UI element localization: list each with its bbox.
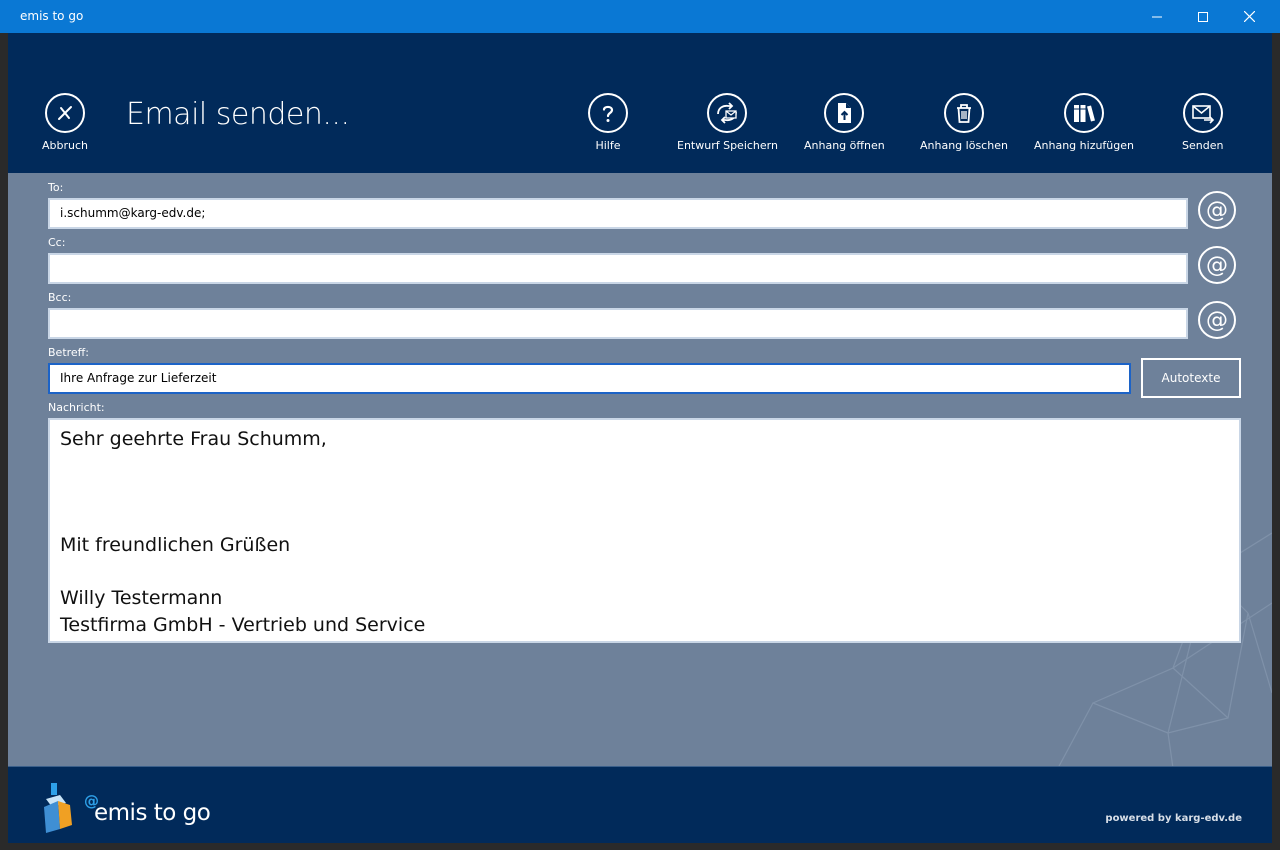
help-button[interactable]: Hilfe <box>588 93 628 152</box>
message-line: Sehr geehrte Frau Schumm, <box>60 428 327 450</box>
page-title: Email senden... <box>126 97 350 132</box>
open-attachment-icon <box>824 93 865 133</box>
delete-attachment-label: Anhang löschen <box>920 139 1008 152</box>
cc-input[interactable] <box>48 253 1188 284</box>
at-icon: @ <box>1206 252 1228 278</box>
save-draft-icon <box>707 93 748 133</box>
cc-address-book-button[interactable]: @ <box>1198 246 1236 284</box>
to-address-book-button[interactable]: @ <box>1198 191 1236 229</box>
toolbar: Abbruch Email senden... Hilfe Entwurf Sp… <box>8 33 1272 173</box>
footer: @ emis to go powered by karg-edv.de <box>8 766 1272 843</box>
logo-icon <box>44 783 72 833</box>
help-label: Hilfe <box>595 139 621 152</box>
subject-input[interactable]: Ihre Anfrage zur Lieferzeit <box>48 363 1131 394</box>
help-icon <box>588 93 628 133</box>
delete-attachment-button[interactable]: Anhang löschen <box>920 93 1008 152</box>
bcc-input[interactable] <box>48 308 1188 339</box>
cancel-label: Abbruch <box>42 139 89 152</box>
add-attachment-label: Anhang hizufügen <box>1034 139 1134 152</box>
message-line: Willy Testermann <box>60 587 223 609</box>
bcc-label: Bcc: <box>48 291 72 304</box>
autotext-button[interactable]: Autotexte <box>1141 358 1241 398</box>
message-label: Nachricht: <box>48 401 105 414</box>
cc-label: Cc: <box>48 236 66 249</box>
at-icon: @ <box>1206 307 1228 333</box>
logo-text: emis to go <box>94 800 211 826</box>
email-form: To: i.schumm@karg-edv.de; @ Cc: @ Bcc: @… <box>8 173 1272 766</box>
message-textarea[interactable]: Sehr geehrte Frau Schumm, Mit freundlich… <box>48 418 1241 643</box>
message-line <box>60 453 1229 480</box>
message-line <box>60 506 1229 533</box>
open-attachment-button[interactable]: Anhang öffnen <box>804 93 885 152</box>
close-button[interactable] <box>1226 0 1272 33</box>
send-button[interactable]: Senden <box>1182 93 1223 152</box>
close-icon <box>1243 11 1255 22</box>
add-attachment-button[interactable]: Anhang hizufügen <box>1034 93 1134 152</box>
message-line: Mit freundlichen Grüßen <box>60 534 291 556</box>
powered-by: powered by karg-edv.de <box>1105 813 1242 824</box>
maximize-icon <box>1198 11 1208 22</box>
library-icon <box>1064 93 1104 133</box>
save-draft-label: Entwurf Speichern <box>677 139 778 152</box>
maximize-button[interactable] <box>1180 0 1226 33</box>
app-window: Abbruch Email senden... Hilfe Entwurf Sp… <box>8 33 1272 843</box>
minimize-button[interactable] <box>1134 0 1180 33</box>
title-bar: emis to go <box>0 0 1280 33</box>
open-attachment-label: Anhang öffnen <box>804 139 885 152</box>
message-line: Testfirma GmbH - Vertrieb und Service <box>60 613 426 636</box>
window-title: emis to go <box>20 9 84 23</box>
cancel-button[interactable]: Abbruch <box>42 93 88 152</box>
to-input[interactable]: i.schumm@karg-edv.de; <box>48 198 1188 229</box>
save-draft-button[interactable]: Entwurf Speichern <box>677 93 778 152</box>
cancel-icon <box>45 93 85 133</box>
to-label: To: <box>48 181 64 194</box>
send-label: Senden <box>1182 139 1224 152</box>
trash-icon <box>943 93 984 133</box>
bcc-address-book-button[interactable]: @ <box>1198 301 1236 339</box>
message-line <box>60 559 1229 586</box>
minimize-icon <box>1152 16 1162 17</box>
at-icon: @ <box>1206 197 1228 223</box>
send-mail-icon <box>1182 93 1223 133</box>
message-line <box>60 479 1229 506</box>
subject-label: Betreff: <box>48 346 89 359</box>
